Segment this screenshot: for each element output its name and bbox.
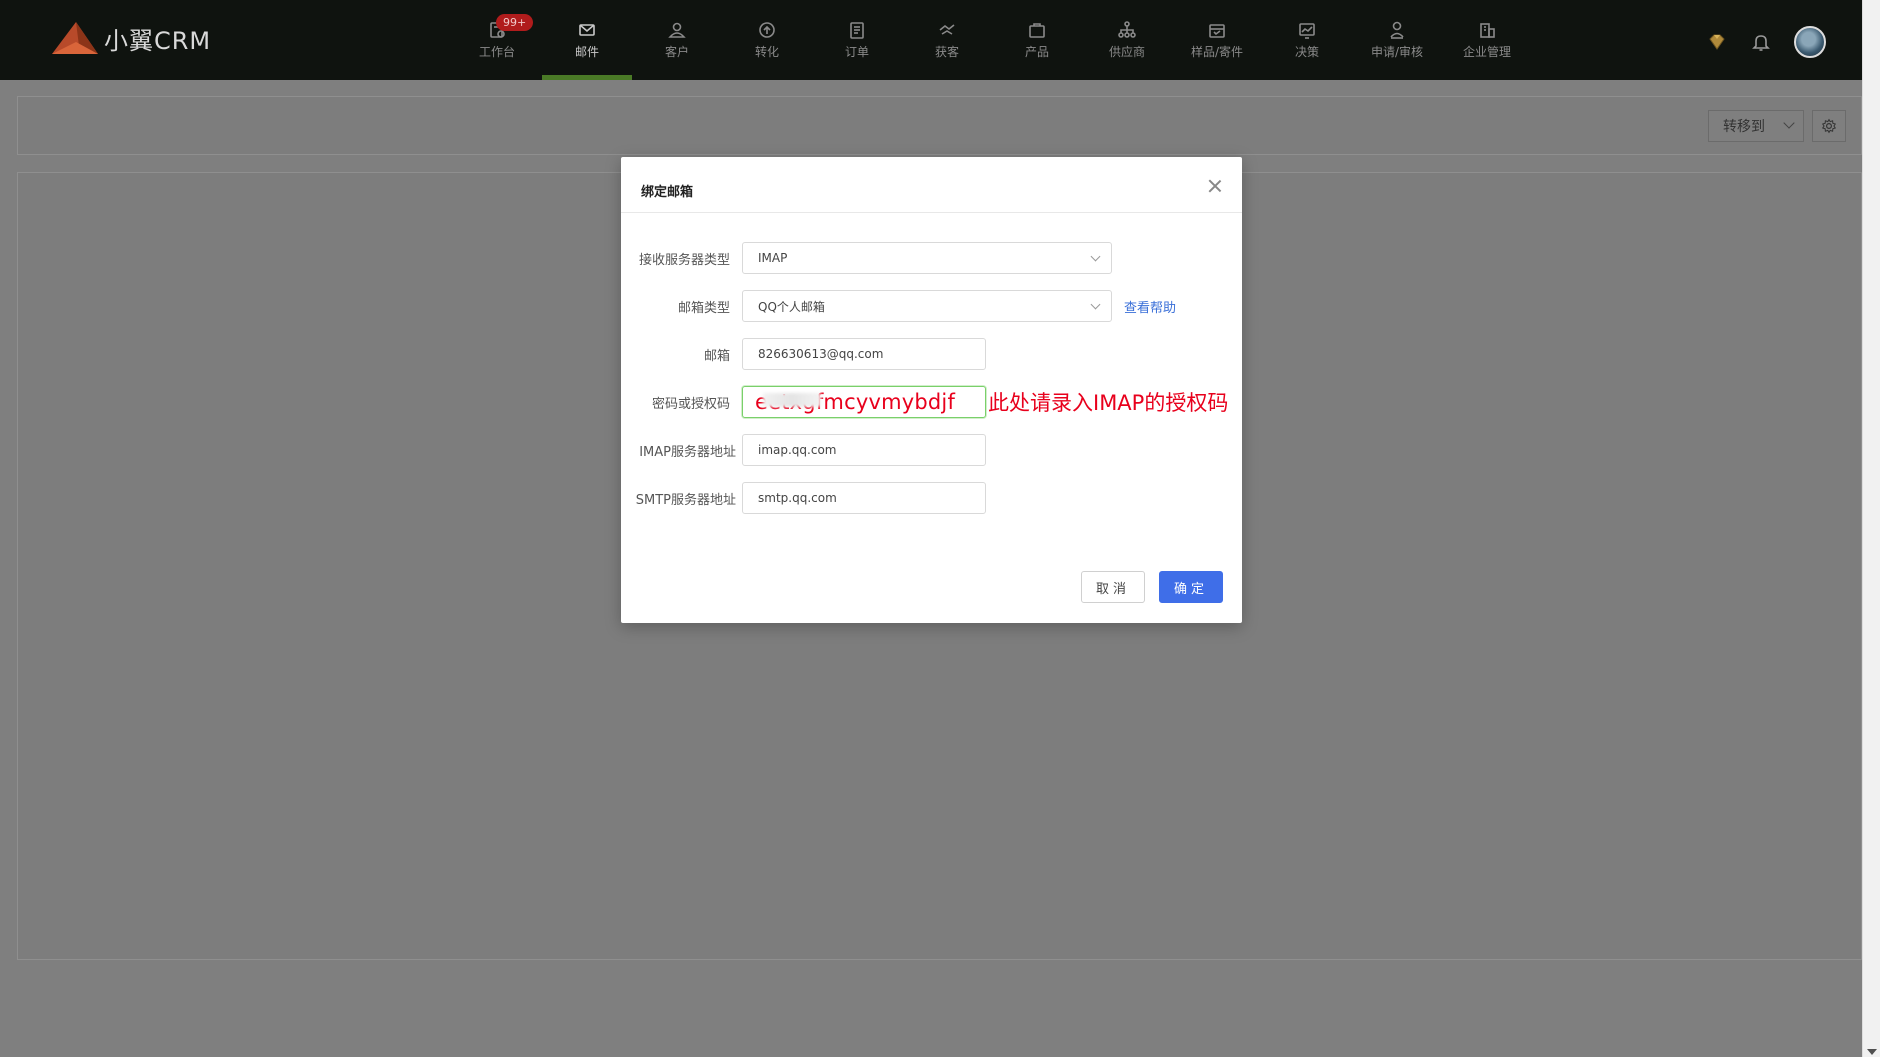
nav-label: 决策	[1294, 45, 1319, 59]
bell-icon[interactable]	[1750, 31, 1772, 53]
chevron-down-icon	[1090, 251, 1101, 262]
mailbox-type-select[interactable]: QQ个人邮箱	[742, 290, 1112, 322]
nav-label: 客户	[664, 45, 689, 59]
nav-label: 订单	[844, 45, 869, 59]
close-icon[interactable]	[1208, 179, 1222, 193]
app-logo[interactable]: 小翼CRM	[50, 18, 211, 58]
nav-item-workbench[interactable]: 99+ 工作台	[452, 0, 542, 80]
server-type-value: IMAP	[758, 251, 788, 265]
chevron-down-icon	[1090, 299, 1101, 310]
nav-label: 企业管理	[1462, 45, 1511, 59]
nav-item-enterprise[interactable]: 企业管理	[1442, 0, 1532, 80]
bind-mailbox-dialog: 绑定邮箱 接收服务器类型 IMAP 邮箱类型 QQ个人邮箱 查看帮助 邮箱 82…	[621, 157, 1242, 623]
product-icon	[1029, 23, 1045, 38]
mailbox-type-row: 邮箱类型 QQ个人邮箱 查看帮助	[621, 290, 1176, 322]
password-label: 密码或授权码	[651, 396, 730, 412]
imap-label: IMAP服务器地址	[639, 444, 736, 460]
main-nav: 99+ 工作台 邮件 客户 转化 订单 获客 产品 供应商 样品/寄件 决策 申…	[452, 0, 1532, 80]
email-value: 826630613@qq.com	[758, 347, 884, 361]
blurred-text	[763, 393, 821, 407]
acquisition-icon	[939, 24, 955, 35]
nav-label: 工作台	[478, 45, 515, 59]
nav-label: 样品/寄件	[1190, 45, 1244, 59]
server-type-label: 接收服务器类型	[638, 252, 730, 268]
notification-badge: 99+	[496, 14, 534, 31]
nav-label: 供应商	[1108, 45, 1145, 59]
sample-icon	[1209, 24, 1225, 38]
order-icon	[850, 22, 864, 39]
annotation-text: 此处请录入IMAP的授权码	[988, 391, 1229, 415]
logo-icon	[52, 22, 98, 54]
nav-label: 获客	[934, 45, 959, 59]
nav-item-mail[interactable]: 邮件	[542, 0, 632, 80]
toolbar-panel	[17, 96, 1862, 155]
customer-icon	[668, 22, 686, 38]
cancel-button[interactable]: 取消	[1081, 571, 1145, 603]
nav-item-product[interactable]: 产品	[992, 0, 1082, 80]
nav-label: 申请/审核	[1370, 45, 1424, 59]
app-title: 小翼CRM	[104, 26, 212, 55]
mailbox-type-label: 邮箱类型	[677, 300, 730, 316]
scroll-down-icon[interactable]	[1867, 1049, 1877, 1055]
imap-row: IMAP服务器地址 imap.qq.com	[621, 434, 986, 466]
top-right-actions	[1706, 26, 1826, 58]
nav-item-conversion[interactable]: 转化	[722, 0, 812, 80]
mailbox-type-value: QQ个人邮箱	[758, 299, 825, 314]
smtp-row: SMTP服务器地址 smtp.qq.com	[621, 482, 986, 514]
decision-icon	[1299, 23, 1315, 39]
mail-icon	[579, 24, 595, 36]
server-type-row: 接收服务器类型 IMAP	[621, 242, 1112, 274]
imap-value: imap.qq.com	[758, 443, 837, 457]
confirm-button[interactable]: 确定	[1159, 571, 1223, 603]
server-type-select[interactable]: IMAP	[742, 242, 1112, 274]
enterprise-icon	[1480, 23, 1495, 38]
nav-item-customer[interactable]: 客户	[632, 0, 722, 80]
view-help-link[interactable]: 查看帮助	[1124, 297, 1176, 316]
email-row: 邮箱 826630613@qq.com	[621, 338, 986, 370]
smtp-value: smtp.qq.com	[758, 491, 837, 505]
nav-item-order[interactable]: 订单	[812, 0, 902, 80]
dialog-title: 绑定邮箱	[641, 185, 694, 200]
user-avatar[interactable]	[1794, 26, 1826, 58]
dialog-header: 绑定邮箱	[621, 157, 1242, 213]
top-nav-bar: 小翼CRM 99+ 工作台 邮件 客户 转化 订单 获客 产品 供应商 样品/寄…	[0, 0, 1862, 80]
nav-label: 邮件	[574, 45, 599, 59]
password-row: 密码或授权码 eetxgfmcyvmybdjf 此处请录入IMAP的授权码	[621, 386, 1228, 418]
diamond-icon[interactable]	[1706, 31, 1728, 53]
smtp-server-field[interactable]: smtp.qq.com	[742, 482, 986, 514]
email-label: 邮箱	[703, 348, 730, 364]
settings-button[interactable]	[1812, 110, 1846, 142]
password-field[interactable]: eetxgfmcyvmybdjf	[742, 386, 986, 418]
imap-server-field[interactable]: imap.qq.com	[742, 434, 986, 466]
nav-label: 产品	[1024, 45, 1049, 59]
vertical-scrollbar[interactable]	[1862, 0, 1880, 1057]
nav-item-acquisition[interactable]: 获客	[902, 0, 992, 80]
chevron-down-icon	[1783, 117, 1795, 129]
nav-item-approval[interactable]: 申请/审核	[1352, 0, 1442, 80]
smtp-label: SMTP服务器地址	[635, 492, 736, 508]
supplier-icon	[1118, 21, 1136, 38]
nav-label: 转化	[754, 45, 779, 59]
nav-item-decision[interactable]: 决策	[1262, 0, 1352, 80]
transfer-to-dropdown[interactable]: 转移到	[1708, 110, 1804, 142]
approval-icon	[1390, 21, 1404, 39]
email-field[interactable]: 826630613@qq.com	[742, 338, 986, 370]
transfer-label: 转移到	[1723, 119, 1765, 135]
nav-item-sample[interactable]: 样品/寄件	[1172, 0, 1262, 80]
gear-icon	[1821, 118, 1837, 134]
nav-item-supplier[interactable]: 供应商	[1082, 0, 1172, 80]
conversion-icon	[759, 22, 775, 38]
